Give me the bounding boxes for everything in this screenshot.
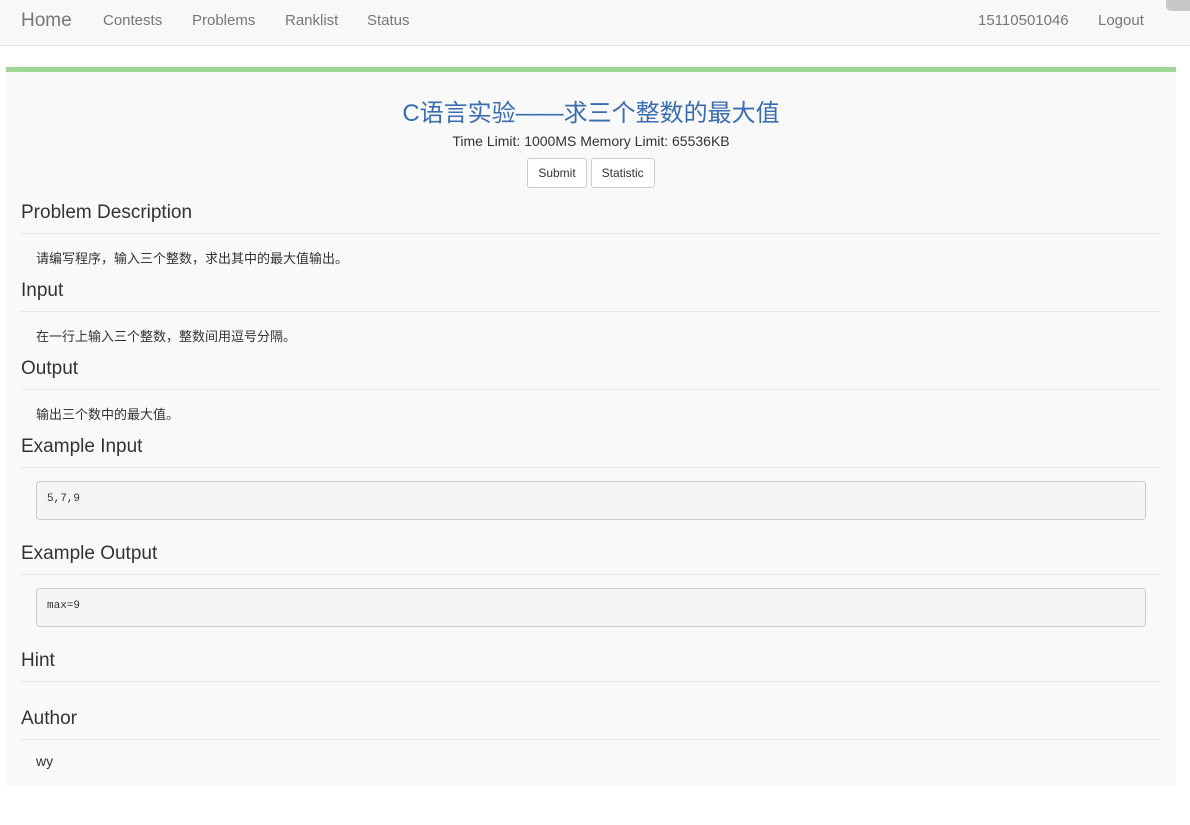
description-text: 请编写程序，输入三个整数，求出其中的最大值输出。 <box>36 251 349 266</box>
author-heading: Author <box>21 708 1161 740</box>
nav-home-link[interactable]: Home <box>21 10 72 32</box>
input-text: 在一行上输入三个整数，整数间用逗号分隔。 <box>36 329 297 344</box>
example-output-block: max=9 <box>36 588 1146 627</box>
output-text: 输出三个数中的最大值。 <box>36 407 180 422</box>
problem-limits: Time Limit: 1000MS Memory Limit: 65536KB <box>452 133 730 149</box>
submit-button[interactable]: Submit <box>527 158 587 188</box>
description-heading: Problem Description <box>21 202 1161 234</box>
corner-tab <box>1166 0 1190 11</box>
user-id-link[interactable]: 15110501046 <box>978 12 1069 29</box>
nav-status-link[interactable]: Status <box>367 12 410 29</box>
hint-heading: Hint <box>21 650 1161 682</box>
output-heading: Output <box>21 358 1161 390</box>
nav-contests-link[interactable]: Contests <box>103 12 162 29</box>
example-input-heading: Example Input <box>21 436 1161 468</box>
problem-title: C语言实验——求三个整数的最大值 <box>402 100 780 127</box>
nav-ranklist-link[interactable]: Ranklist <box>285 12 338 29</box>
example-output-heading: Example Output <box>21 543 1161 575</box>
author-name: wy <box>36 753 54 769</box>
nav-problems-link[interactable]: Problems <box>192 12 255 29</box>
statistic-button[interactable]: Statistic <box>590 158 655 188</box>
logout-link[interactable]: Logout <box>1098 12 1144 29</box>
input-heading: Input <box>21 280 1161 312</box>
problem-panel: C语言实验——求三个整数的最大值 Time Limit: 1000MS Memo… <box>6 67 1176 786</box>
action-buttons: Submit Statistic <box>6 158 1176 188</box>
example-input-block: 5,7,9 <box>36 481 1146 520</box>
top-navbar: Home Contests Problems Ranklist Status 1… <box>0 0 1190 46</box>
